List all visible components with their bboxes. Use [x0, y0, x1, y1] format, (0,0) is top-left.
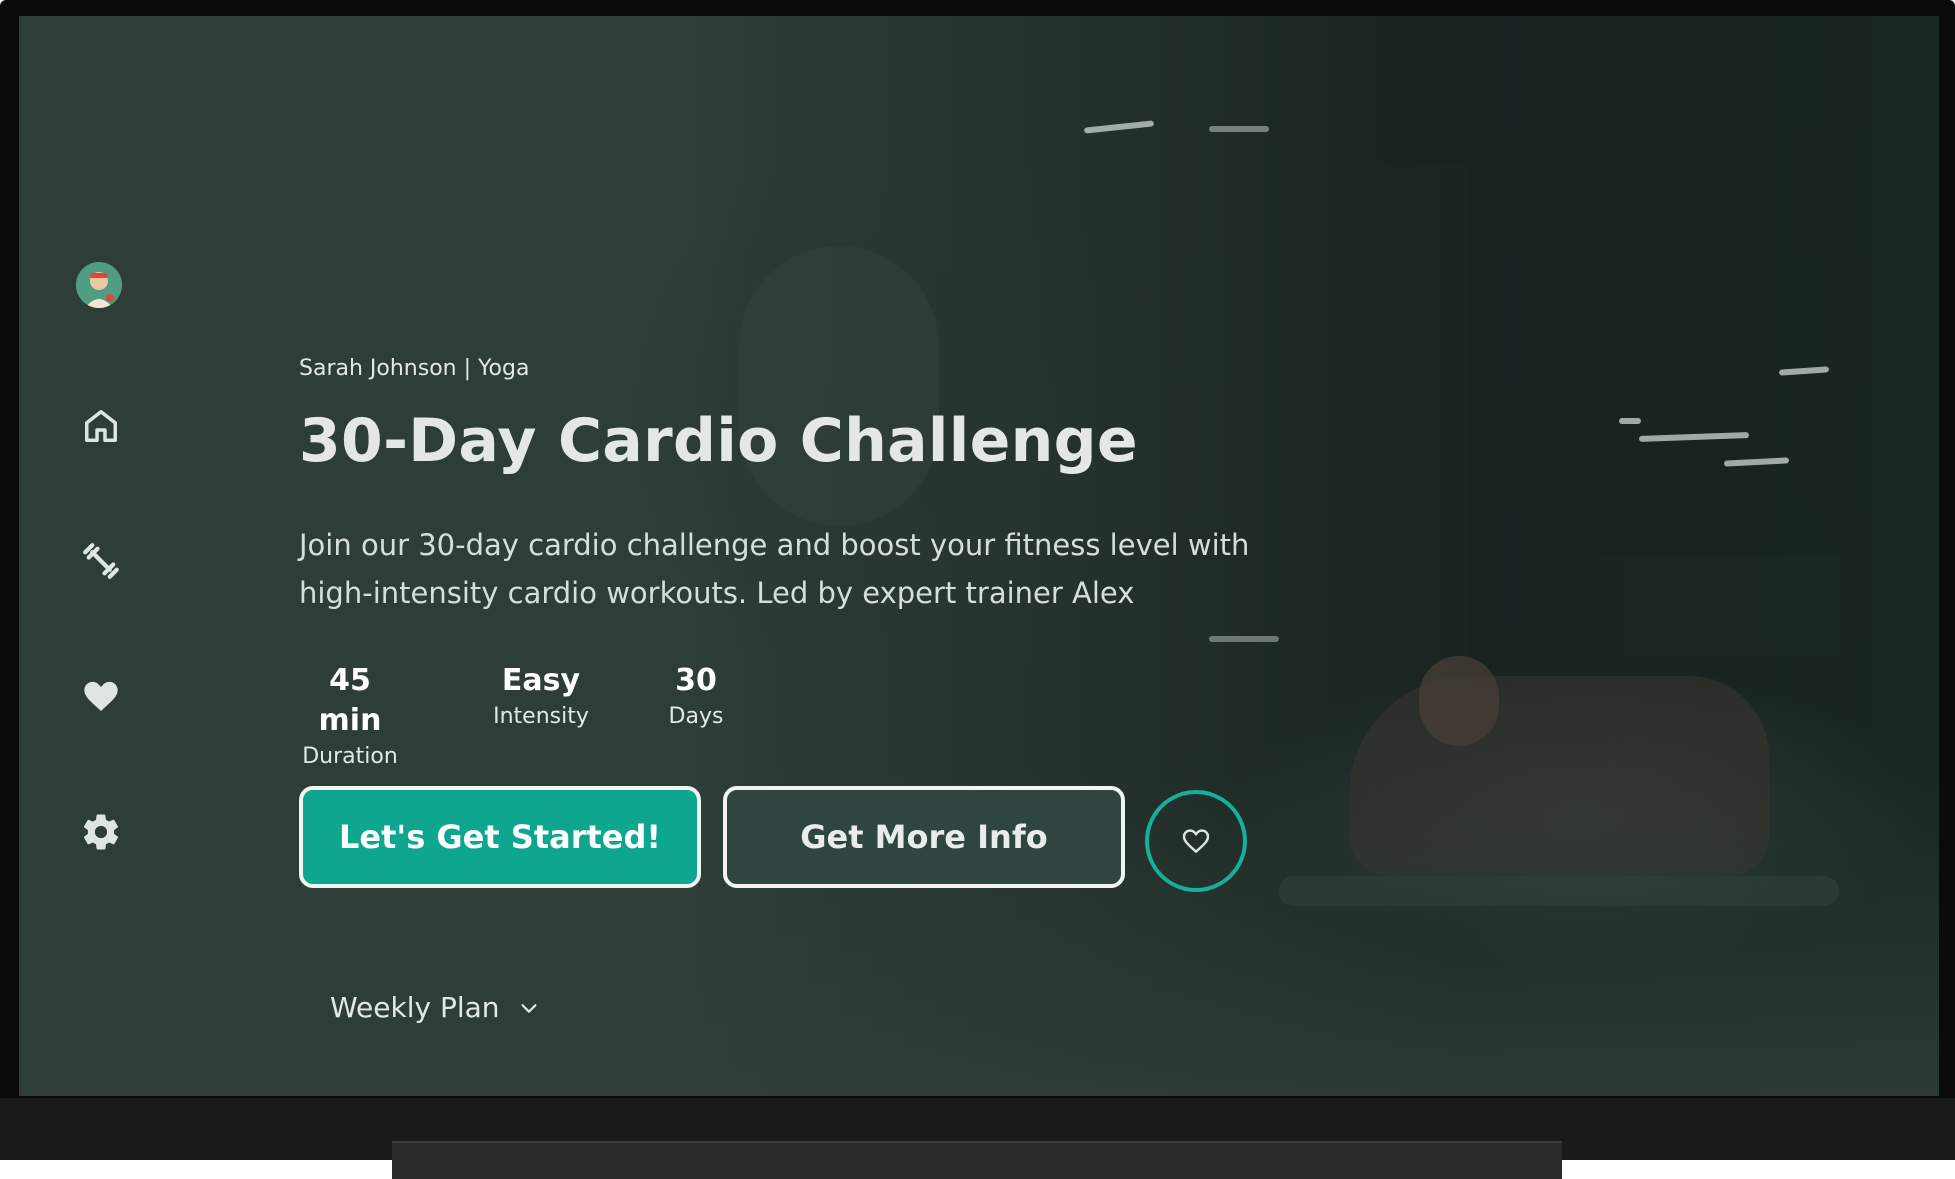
stat-value: Easy	[501, 663, 581, 698]
program-description: Join our 30-day cardio challenge and boo…	[299, 528, 1250, 610]
dumbbell-icon	[83, 543, 119, 579]
program-stats: 45 min Duration Easy Intensity 30 Days	[299, 661, 731, 773]
stat-value: 45 min	[318, 663, 382, 738]
home-icon	[85, 410, 117, 442]
avatar-icon	[76, 262, 122, 308]
nav-rail	[19, 16, 179, 1096]
stat-intensity: Easy Intensity	[491, 661, 591, 773]
more-info-button[interactable]: Get More Info	[723, 786, 1125, 888]
stat-label: Days	[668, 704, 724, 729]
stat-value: 30	[675, 663, 717, 698]
favorite-button[interactable]	[1145, 790, 1247, 892]
stat-days: 30 Days	[661, 661, 731, 773]
get-started-button[interactable]: Let's Get Started!	[299, 786, 701, 888]
weekly-plan-label: Weekly Plan	[330, 991, 500, 1024]
heart-outline-icon	[1182, 829, 1210, 854]
nav-favorites[interactable]	[71, 666, 131, 726]
heart-icon	[84, 681, 118, 711]
nav-workouts[interactable]	[71, 531, 131, 591]
nav-home[interactable]	[71, 396, 131, 456]
page-title: 30-Day Cardio Challenge	[299, 406, 1138, 476]
nav-settings[interactable]	[71, 802, 131, 862]
stat-label: Intensity	[493, 704, 589, 729]
stat-label: Duration	[302, 744, 398, 769]
tv-stand	[392, 1141, 1562, 1179]
chevron-down-icon	[521, 1003, 537, 1013]
weekly-plan-toggle[interactable]: Weekly Plan	[330, 991, 540, 1024]
avatar[interactable]	[76, 262, 122, 308]
gear-icon	[83, 814, 119, 850]
hero-content: Sarah Johnson | Yoga 30-Day Cardio Chall…	[299, 16, 1399, 1096]
tv-screen: Sarah Johnson | Yoga 30-Day Cardio Chall…	[19, 16, 1939, 1096]
trainer-category: Sarah Johnson | Yoga	[299, 356, 530, 381]
stat-duration: 45 min Duration	[299, 661, 401, 773]
